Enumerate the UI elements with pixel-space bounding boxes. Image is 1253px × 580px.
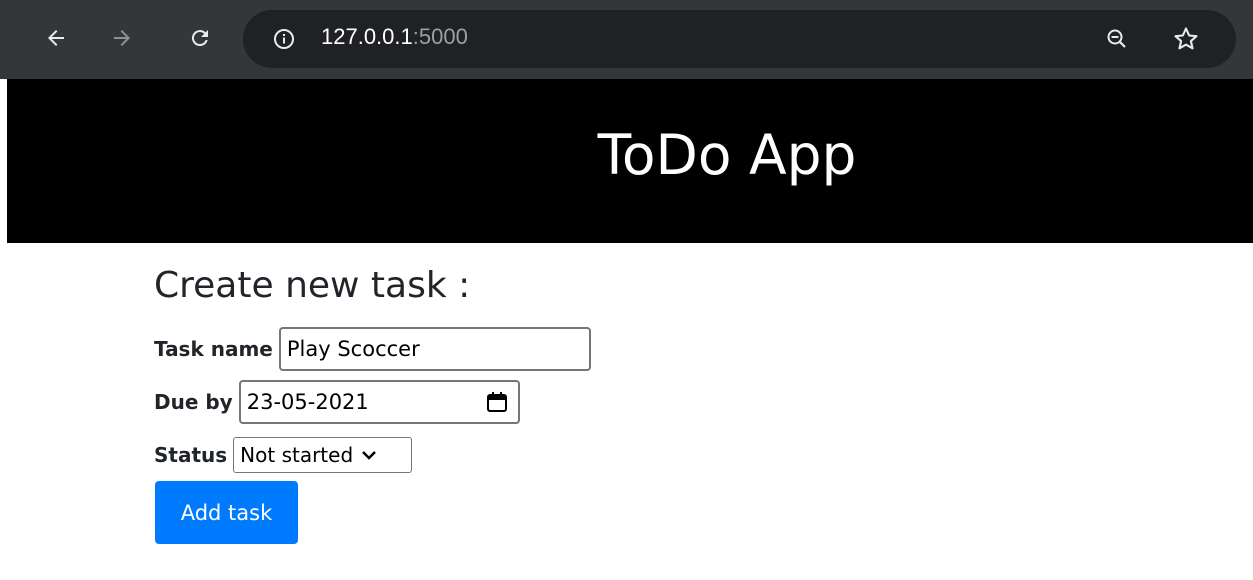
address-bar[interactable]: 127.0.0.1:5000 [243, 10, 1236, 68]
zoom-out-icon[interactable] [1105, 27, 1129, 51]
star-icon[interactable] [1172, 25, 1200, 53]
forward-arrow-icon [114, 30, 130, 46]
calendar-icon[interactable] [486, 391, 508, 413]
task-name-row: Task name Play Scoccer [154, 327, 591, 371]
back-button[interactable] [38, 20, 74, 56]
back-arrow-icon [48, 30, 64, 46]
status-select[interactable]: Not started [233, 437, 413, 473]
reload-button[interactable] [182, 20, 218, 56]
url-text: 127.0.0.1:5000 [321, 24, 468, 49]
reload-icon [191, 30, 208, 47]
due-date-input[interactable]: 23-05-2021 [238, 380, 520, 424]
info-icon[interactable] [273, 28, 295, 50]
app-title: ToDo App [597, 123, 857, 187]
chevron-down-icon [362, 451, 377, 460]
status-row: Status Not started [154, 437, 413, 473]
browser-toolbar: 127.0.0.1:5000 [0, 0, 1253, 79]
forward-button[interactable] [104, 20, 140, 56]
task-name-value: Play Scoccer [286, 337, 420, 361]
task-name-label: Task name [154, 337, 273, 361]
app-header: ToDo App [7, 79, 1253, 243]
add-task-button[interactable]: Add task [155, 481, 298, 544]
status-label: Status [154, 443, 228, 467]
status-value: Not started [240, 443, 354, 467]
due-date-row: Due by 23-05-2021 [154, 380, 520, 424]
form-heading: Create new task : [154, 265, 471, 306]
due-date-value: 23-05-2021 [246, 390, 369, 414]
task-name-input[interactable]: Play Scoccer [278, 327, 591, 371]
due-by-label: Due by [154, 390, 233, 414]
